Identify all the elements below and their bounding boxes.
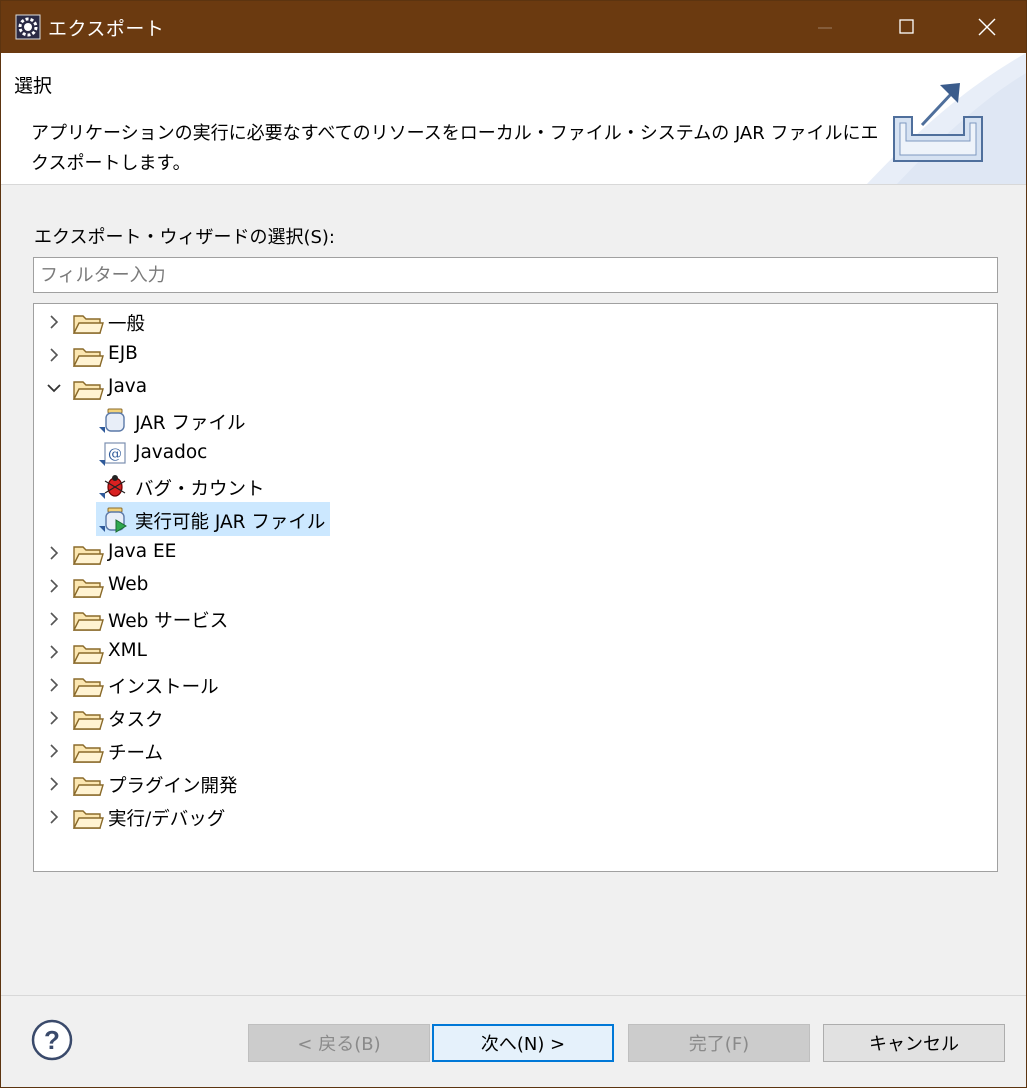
folder-icon <box>72 348 104 367</box>
chevron-right-icon[interactable] <box>46 776 62 792</box>
tree-item[interactable]: インストール <box>34 669 994 702</box>
tree-item-label: 一般 <box>108 314 146 335</box>
chevron-right-icon[interactable] <box>46 677 62 693</box>
next-button[interactable]: 次へ(N) > <box>432 1024 614 1062</box>
chevron-right-icon[interactable] <box>46 611 62 627</box>
folder-icon <box>72 645 104 664</box>
tree-item[interactable]: @ Javadoc <box>34 438 994 471</box>
chevron-down-icon[interactable] <box>46 380 62 396</box>
help-icon[interactable]: ? <box>31 1019 73 1061</box>
wizard-selection-label: エクスポート・ウィザードの選択(S): <box>34 227 335 248</box>
tree-item[interactable]: EJB <box>34 339 994 372</box>
tree-item[interactable]: バグ・カウント <box>34 471 994 504</box>
tree-item-label: 実行可能 JAR ファイル <box>135 512 326 533</box>
tree-item-label: Web サービス <box>108 611 229 632</box>
chevron-right-icon[interactable] <box>46 578 62 594</box>
tree-item-label: プラグイン開発 <box>108 776 238 797</box>
chevron-right-icon[interactable] <box>46 545 62 561</box>
bug-icon <box>99 475 126 499</box>
runnable-jar-icon <box>99 507 127 533</box>
chevron-right-icon[interactable] <box>46 347 62 363</box>
export-dialog: エクスポート 選択 アプリケーションの実行に必要なすべてのリソースをローカル・フ… <box>0 0 1027 1088</box>
tree-item-label: XML <box>108 640 147 661</box>
tree-item[interactable]: タスク <box>34 702 994 735</box>
tree-item[interactable]: Web サービス <box>34 603 994 636</box>
filter-input[interactable] <box>33 257 998 293</box>
tree-item-label: タスク <box>108 710 164 731</box>
chevron-right-icon[interactable] <box>46 314 62 330</box>
folder-icon <box>72 744 104 763</box>
tree-item-label: バグ・カウント <box>135 479 265 500</box>
folder-icon <box>72 315 104 334</box>
wizard-tree[interactable]: 一般 EJB Java JAR ファイル @ Javadoc バグ・カウント実行可能 JAR… <box>33 303 998 872</box>
footer-separator <box>1 995 1026 996</box>
cancel-button[interactable]: キャンセル <box>823 1024 1005 1062</box>
maximize-button[interactable] <box>867 1 947 53</box>
window-title: エクスポート <box>48 17 165 40</box>
export-wizard-icon <box>893 83 983 162</box>
folder-icon <box>72 678 104 697</box>
tree-item[interactable]: プラグイン開発 <box>34 768 994 801</box>
tree-item[interactable]: チーム <box>34 735 994 768</box>
svg-text:@: @ <box>108 446 122 462</box>
tree-item[interactable]: Web <box>34 570 994 603</box>
tree-item-label: Java EE <box>108 541 177 562</box>
finish-button[interactable]: 完了(F) <box>628 1024 810 1062</box>
tree-item-label: EJB <box>108 343 138 364</box>
tree-item-label: Javadoc <box>135 442 208 463</box>
folder-icon <box>72 810 104 829</box>
folder-icon <box>72 612 104 631</box>
folder-icon <box>72 711 104 730</box>
back-button[interactable]: < 戻る(B) <box>248 1024 430 1062</box>
tree-item[interactable]: Java EE <box>34 537 994 570</box>
wizard-header: 選択 アプリケーションの実行に必要なすべてのリソースをローカル・ファイル・システ… <box>1 53 1026 185</box>
chevron-right-icon[interactable] <box>46 809 62 825</box>
close-icon <box>978 18 996 36</box>
tree-item[interactable]: 一般 <box>34 306 994 339</box>
tree-item-label: インストール <box>108 677 219 698</box>
tree-item[interactable]: XML <box>34 636 994 669</box>
javadoc-icon: @ <box>99 442 126 466</box>
tree-item-label: Java <box>108 376 148 397</box>
minimize-button[interactable] <box>785 1 865 53</box>
page-title: 選択 <box>14 75 53 97</box>
page-description: アプリケーションの実行に必要なすべてのリソースをローカル・ファイル・システムの … <box>31 123 879 174</box>
svg-text:?: ? <box>44 1025 60 1055</box>
eclipse-gear-icon <box>14 13 42 41</box>
tree-item-label: JAR ファイル <box>135 413 246 434</box>
tree-item[interactable]: 実行可能 JAR ファイル <box>34 504 994 537</box>
tree-item-label: Web <box>108 574 149 595</box>
tree-item[interactable]: JAR ファイル <box>34 405 994 438</box>
jar-file-icon <box>99 408 125 433</box>
title-bar[interactable]: エクスポート <box>1 1 1026 53</box>
tree-item-label: 実行/デバッグ <box>108 809 226 830</box>
folder-icon <box>72 579 104 598</box>
chevron-right-icon[interactable] <box>46 743 62 759</box>
close-button[interactable] <box>947 1 1026 53</box>
folder-icon <box>72 546 104 565</box>
tree-item[interactable]: 実行/デバッグ <box>34 801 994 834</box>
chevron-right-icon[interactable] <box>46 644 62 660</box>
folder-icon <box>72 777 104 796</box>
chevron-right-icon[interactable] <box>46 710 62 726</box>
folder-icon <box>72 381 104 400</box>
tree-item-label: チーム <box>108 743 163 764</box>
tree-item[interactable]: Java <box>34 372 994 405</box>
